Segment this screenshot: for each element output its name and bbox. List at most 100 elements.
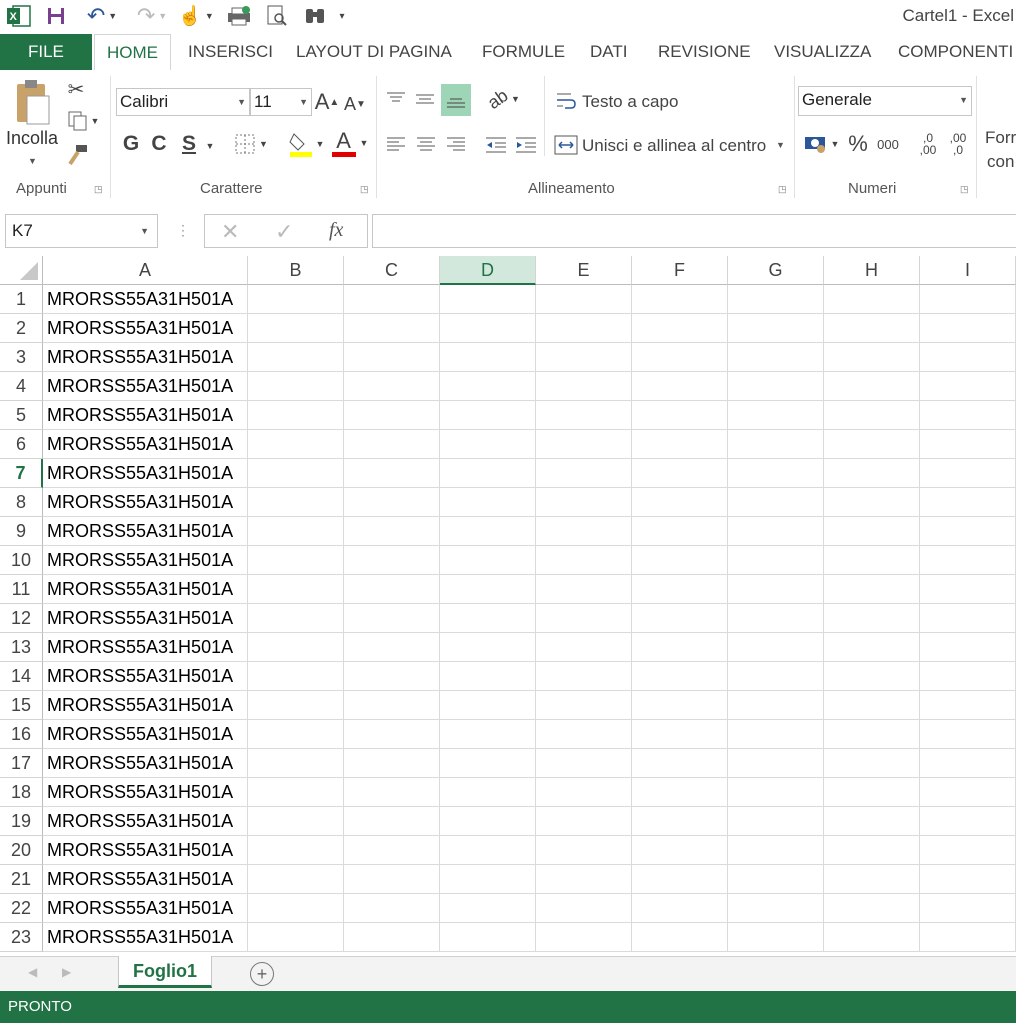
cell-b17[interactable] — [248, 749, 344, 778]
cell-a15[interactable]: MRORSS55A31H501A — [43, 691, 248, 720]
cell-f19[interactable] — [632, 807, 728, 836]
tab-layout-di-pagina[interactable]: LAYOUT DI PAGINA — [296, 34, 452, 70]
row-header[interactable]: 1 — [0, 285, 43, 314]
paste-icon[interactable] — [10, 76, 56, 132]
column-header-e[interactable]: E — [536, 256, 632, 285]
cell-f22[interactable] — [632, 894, 728, 923]
cell-a16[interactable]: MRORSS55A31H501A — [43, 720, 248, 749]
cell-b18[interactable] — [248, 778, 344, 807]
cell-b10[interactable] — [248, 546, 344, 575]
cell-f7[interactable] — [632, 459, 728, 488]
column-header-b[interactable]: B — [248, 256, 344, 285]
cell-h13[interactable] — [824, 633, 920, 662]
cell-c11[interactable] — [344, 575, 440, 604]
cell-f6[interactable] — [632, 430, 728, 459]
cell-c8[interactable] — [344, 488, 440, 517]
cell-c15[interactable] — [344, 691, 440, 720]
cell-c2[interactable] — [344, 314, 440, 343]
cell-e7[interactable] — [536, 459, 632, 488]
row-header[interactable]: 5 — [0, 401, 43, 430]
cell-d9[interactable] — [440, 517, 536, 546]
align-left-icon[interactable] — [384, 132, 408, 158]
cell-h1[interactable] — [824, 285, 920, 314]
cell-c20[interactable] — [344, 836, 440, 865]
cell-h16[interactable] — [824, 720, 920, 749]
print-preview-icon[interactable] — [264, 4, 290, 28]
merge-dropdown-icon[interactable]: ▼ — [776, 140, 785, 150]
cell-c4[interactable] — [344, 372, 440, 401]
align-middle-icon[interactable] — [412, 86, 438, 112]
cell-i15[interactable] — [920, 691, 1016, 720]
cell-c23[interactable] — [344, 923, 440, 952]
cell-i22[interactable] — [920, 894, 1016, 923]
merge-center-button[interactable]: Unisci e allinea al centro — [582, 136, 766, 156]
cell-c6[interactable] — [344, 430, 440, 459]
cut-icon[interactable]: ✂ — [64, 76, 88, 102]
cell-g23[interactable] — [728, 923, 824, 952]
cell-e13[interactable] — [536, 633, 632, 662]
cell-e10[interactable] — [536, 546, 632, 575]
merge-center-icon[interactable] — [554, 132, 578, 158]
wrap-text-button[interactable]: Testo a capo — [582, 92, 678, 112]
cell-g5[interactable] — [728, 401, 824, 430]
cell-g6[interactable] — [728, 430, 824, 459]
column-header-f[interactable]: F — [632, 256, 728, 285]
cell-g10[interactable] — [728, 546, 824, 575]
column-header-a[interactable]: A — [43, 256, 248, 285]
cell-c19[interactable] — [344, 807, 440, 836]
cell-h8[interactable] — [824, 488, 920, 517]
cell-d6[interactable] — [440, 430, 536, 459]
cell-h3[interactable] — [824, 343, 920, 372]
undo-icon[interactable]: ↶ ▼ — [82, 3, 122, 28]
align-top-icon[interactable] — [384, 86, 408, 112]
cell-a20[interactable]: MRORSS55A31H501A — [43, 836, 248, 865]
cell-b5[interactable] — [248, 401, 344, 430]
column-header-c[interactable]: C — [344, 256, 440, 285]
cell-b2[interactable] — [248, 314, 344, 343]
font-name-combo[interactable]: Calibri ▼ — [116, 88, 250, 116]
cell-h17[interactable] — [824, 749, 920, 778]
binoculars-icon[interactable] — [302, 4, 328, 28]
cell-h23[interactable] — [824, 923, 920, 952]
cell-f8[interactable] — [632, 488, 728, 517]
row-header[interactable]: 10 — [0, 546, 43, 575]
cell-d10[interactable] — [440, 546, 536, 575]
cell-h21[interactable] — [824, 865, 920, 894]
scroll-right-icon[interactable]: ▶ — [62, 965, 71, 979]
row-header[interactable]: 22 — [0, 894, 43, 923]
font-color-button[interactable]: A ▼ — [330, 126, 370, 160]
formula-input[interactable] — [372, 214, 1016, 248]
align-bottom-icon[interactable] — [441, 84, 471, 116]
align-center-icon[interactable] — [414, 132, 438, 158]
cell-g11[interactable] — [728, 575, 824, 604]
row-header[interactable]: 14 — [0, 662, 43, 691]
cell-f23[interactable] — [632, 923, 728, 952]
cell-g21[interactable] — [728, 865, 824, 894]
cell-d19[interactable] — [440, 807, 536, 836]
cell-i6[interactable] — [920, 430, 1016, 459]
font-launcher-icon[interactable]: ◳ — [360, 184, 370, 194]
cell-f4[interactable] — [632, 372, 728, 401]
cell-b3[interactable] — [248, 343, 344, 372]
cell-i4[interactable] — [920, 372, 1016, 401]
cell-h10[interactable] — [824, 546, 920, 575]
cell-e21[interactable] — [536, 865, 632, 894]
cell-c12[interactable] — [344, 604, 440, 633]
italic-button[interactable]: C — [148, 130, 170, 158]
cell-g17[interactable] — [728, 749, 824, 778]
font-size-combo[interactable]: 11 ▼ — [250, 88, 312, 116]
underline-dropdown-icon[interactable]: ▼ — [202, 132, 218, 160]
cell-g13[interactable] — [728, 633, 824, 662]
cell-h22[interactable] — [824, 894, 920, 923]
cell-h6[interactable] — [824, 430, 920, 459]
cell-i21[interactable] — [920, 865, 1016, 894]
bold-button[interactable]: G — [120, 130, 142, 158]
number-format-combo[interactable]: Generale ▼ — [798, 86, 972, 116]
increase-indent-icon[interactable] — [514, 132, 538, 158]
cell-c10[interactable] — [344, 546, 440, 575]
cell-c16[interactable] — [344, 720, 440, 749]
paste-button[interactable]: Incolla — [6, 128, 58, 149]
cell-b12[interactable] — [248, 604, 344, 633]
cell-g22[interactable] — [728, 894, 824, 923]
cell-d15[interactable] — [440, 691, 536, 720]
